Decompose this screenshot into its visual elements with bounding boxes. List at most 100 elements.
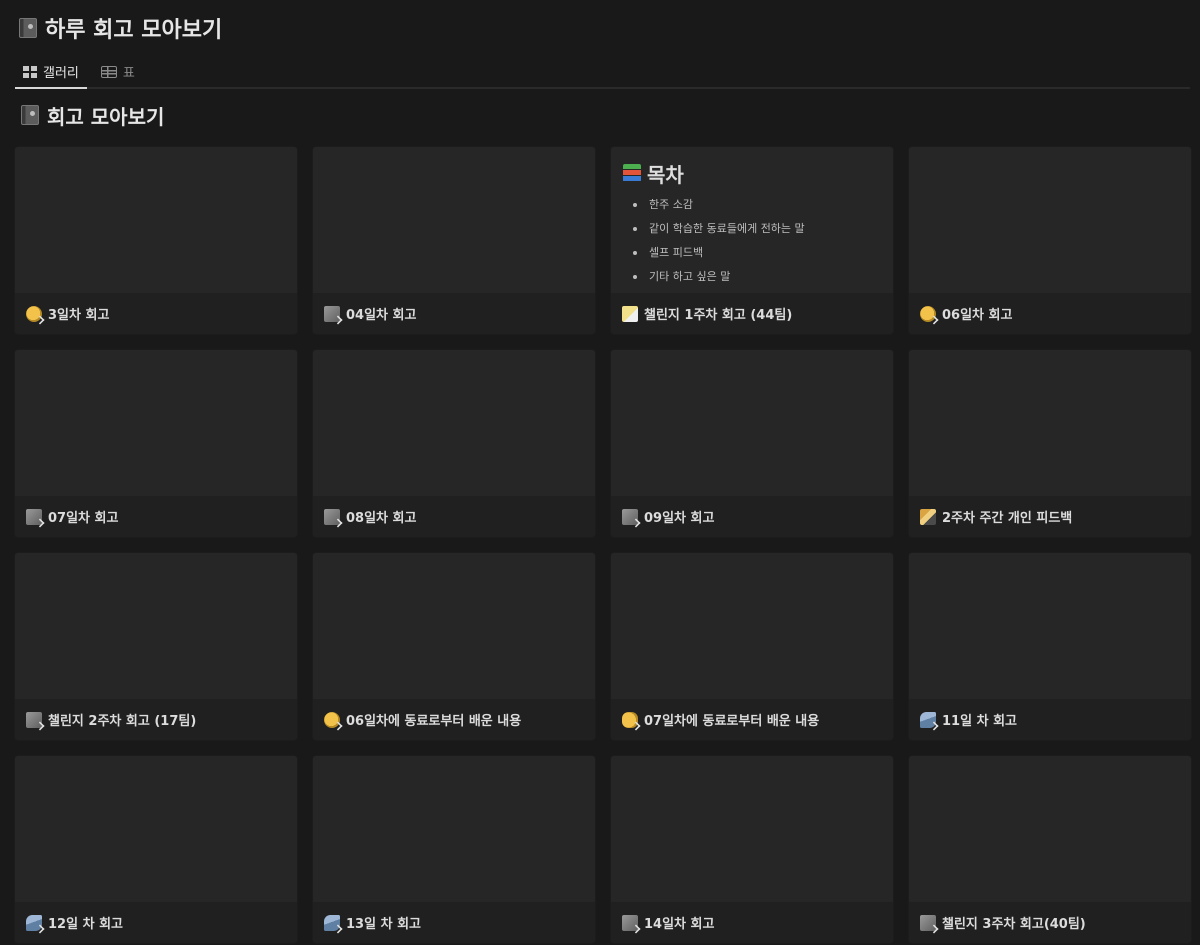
card-cover <box>909 553 1191 699</box>
toc-item: 한주 소감 <box>623 193 881 217</box>
closed-book-icon <box>19 18 37 38</box>
toc-list: 한주 소감 같이 학습한 동료들에게 전하는 말 셀프 피드백 기타 하고 싶은… <box>623 193 881 289</box>
wave-icon <box>324 914 343 934</box>
card-title: 04일차 회고 <box>346 308 417 323</box>
gallery-card[interactable]: 2주차 주간 개인 피드백 <box>909 350 1191 537</box>
gallery-card[interactable]: 04일차 회고 <box>313 147 595 334</box>
gallery-icon <box>23 65 37 78</box>
card-cover <box>611 553 893 699</box>
card-cover <box>313 147 595 293</box>
card-title: 2주차 주간 개인 피드백 <box>942 511 1073 526</box>
card-cover-toc: 목차 한주 소감 같이 학습한 동료들에게 전하는 말 셀프 피드백 기타 하고… <box>611 147 893 293</box>
card-footer: 11일 차 회고 <box>909 699 1191 740</box>
gallery-card[interactable]: 06일차에 동료로부터 배운 내용 <box>313 553 595 740</box>
card-cover <box>909 756 1191 902</box>
table-icon <box>100 65 117 78</box>
card-cover <box>909 147 1191 293</box>
card-footer: 3일차 회고 <box>15 293 297 334</box>
card-title: 06일차 회고 <box>942 308 1013 323</box>
gallery-card[interactable]: 챌린지 3주차 회고(40팀) <box>909 756 1191 943</box>
card-footer: 04일차 회고 <box>313 293 595 334</box>
card-cover <box>15 350 297 496</box>
card-title: 챌린지 3주차 회고(40팀) <box>942 917 1086 932</box>
card-footer: 챌린지 2주차 회고 (17팀) <box>15 699 297 740</box>
card-footer: 2주차 주간 개인 피드백 <box>909 496 1191 537</box>
toc-item: 같이 학습한 동료들에게 전하는 말 <box>623 217 881 241</box>
gallery-card[interactable]: 07일차에 동료로부터 배운 내용 <box>611 553 893 740</box>
tab-table-label: 표 <box>122 66 135 81</box>
gallery-card[interactable]: 14일차 회고 <box>611 756 893 943</box>
gallery-card[interactable]: 06일차 회고 <box>909 147 1191 334</box>
gallery-card[interactable]: 11일 차 회고 <box>909 553 1191 740</box>
wave-icon <box>920 711 939 731</box>
gallery-card[interactable]: 목차 한주 소감 같이 학습한 동료들에게 전하는 말 셀프 피드백 기타 하고… <box>611 147 893 334</box>
card-title: 11일 차 회고 <box>942 714 1017 729</box>
card-footer: 14일차 회고 <box>611 902 893 943</box>
face-icon <box>324 711 343 731</box>
toc-title-text: 목차 <box>647 162 684 187</box>
gallery-card[interactable]: 13일 차 회고 <box>313 756 595 943</box>
page: 하루 회고 모아보기 갤러리 표 회고 모아보기 3일차 회고 04일차 회고 … <box>0 0 1200 945</box>
toc-title: 목차 <box>623 159 881 187</box>
books-icon <box>623 164 641 182</box>
card-footer: 12일 차 회고 <box>15 902 297 943</box>
page-icon <box>324 508 343 528</box>
gallery-card[interactable]: 12일 차 회고 <box>15 756 297 943</box>
card-cover <box>909 350 1191 496</box>
card-footer: 07일차 회고 <box>15 496 297 537</box>
card-footer: 챌린지 1주차 회고 (44팀) <box>611 293 893 334</box>
card-footer: 08일차 회고 <box>313 496 595 537</box>
closed-book-icon <box>21 105 39 125</box>
card-cover <box>313 756 595 902</box>
card-title: 12일 차 회고 <box>48 917 123 932</box>
face-icon <box>920 305 939 325</box>
toc-item: 셀프 피드백 <box>623 241 881 265</box>
tab-table[interactable]: 표 <box>93 56 143 89</box>
ruler-icon <box>920 508 936 525</box>
card-footer: 09일차 회고 <box>611 496 893 537</box>
page-icon <box>324 305 343 325</box>
tab-gallery-label: 갤러리 <box>43 66 79 81</box>
card-title: 챌린지 1주차 회고 (44팀) <box>644 308 793 323</box>
gallery-card[interactable]: 07일차 회고 <box>15 350 297 537</box>
card-title: 3일차 회고 <box>48 308 110 323</box>
gallery-card[interactable]: 챌린지 2주차 회고 (17팀) <box>15 553 297 740</box>
card-title: 06일차에 동료로부터 배운 내용 <box>346 714 522 729</box>
card-title: 09일차 회고 <box>644 511 715 526</box>
card-title: 07일차에 동료로부터 배운 내용 <box>644 714 820 729</box>
page-icon <box>622 914 641 934</box>
card-footer: 13일 차 회고 <box>313 902 595 943</box>
page-icon <box>26 508 45 528</box>
card-cover <box>611 350 893 496</box>
database-title-text: 하루 회고 모아보기 <box>45 18 223 43</box>
memo-icon <box>622 305 638 322</box>
card-cover <box>313 553 595 699</box>
card-cover <box>611 756 893 902</box>
card-title: 챌린지 2주차 회고 (17팀) <box>48 714 197 729</box>
card-footer: 07일차에 동료로부터 배운 내용 <box>611 699 893 740</box>
gallery-card[interactable]: 08일차 회고 <box>313 350 595 537</box>
page-icon <box>26 711 45 731</box>
gallery-card[interactable]: 3일차 회고 <box>15 147 297 334</box>
card-footer: 06일차 회고 <box>909 293 1191 334</box>
wave-icon <box>26 914 45 934</box>
view-tabs: 갤러리 표 <box>15 56 1190 89</box>
card-cover <box>15 147 297 293</box>
gallery-grid: 3일차 회고 04일차 회고 목차 한주 소감 같이 학습한 동료들에게 전하는… <box>15 147 1191 943</box>
thumbs-up-icon <box>622 711 641 731</box>
card-title: 13일 차 회고 <box>346 917 421 932</box>
page-icon <box>622 508 641 528</box>
page-icon <box>920 914 939 934</box>
section-title-text: 회고 모아보기 <box>47 104 165 129</box>
card-cover <box>313 350 595 496</box>
card-title: 08일차 회고 <box>346 511 417 526</box>
tab-gallery[interactable]: 갤러리 <box>15 56 87 89</box>
face-icon <box>26 305 45 325</box>
section-title: 회고 모아보기 <box>15 89 1190 141</box>
card-footer: 06일차에 동료로부터 배운 내용 <box>313 699 595 740</box>
gallery-card[interactable]: 09일차 회고 <box>611 350 893 537</box>
card-title: 07일차 회고 <box>48 511 119 526</box>
card-cover <box>15 756 297 902</box>
card-footer: 챌린지 3주차 회고(40팀) <box>909 902 1191 943</box>
card-cover <box>15 553 297 699</box>
